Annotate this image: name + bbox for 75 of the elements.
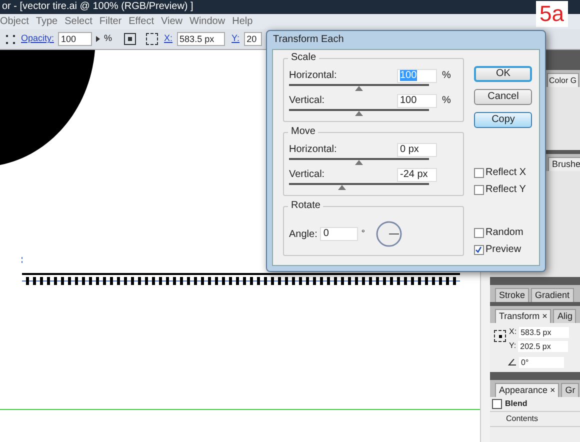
dialog-title: Transform Each bbox=[272, 33, 345, 47]
angle-field[interactable]: 0° bbox=[519, 357, 564, 368]
swatch-icon bbox=[492, 399, 502, 409]
reference-point-icon[interactable] bbox=[494, 330, 506, 342]
field-label: Vertical: bbox=[289, 168, 326, 182]
checkbox-label: Random bbox=[486, 226, 524, 240]
menu-item[interactable]: Window bbox=[190, 16, 226, 28]
caret-icon[interactable] bbox=[96, 36, 100, 42]
checkbox-label: Reflect Y bbox=[486, 183, 526, 197]
appearance-row[interactable]: Contents bbox=[490, 412, 580, 427]
y-field[interactable]: 202.5 px bbox=[518, 340, 568, 352]
field-label: Angle: bbox=[289, 228, 318, 242]
panel-tab[interactable]: Gr bbox=[561, 383, 580, 397]
percent-label: % bbox=[104, 32, 112, 46]
panel-tab[interactable]: Alig bbox=[553, 309, 576, 323]
row-label: Blend bbox=[505, 398, 528, 410]
x-field[interactable]: 583.5 px bbox=[518, 326, 569, 338]
opacity-field[interactable]: 100 bbox=[58, 32, 92, 46]
angle-field[interactable]: 0 bbox=[320, 227, 358, 241]
opacity-label[interactable]: Opacity: bbox=[21, 32, 54, 46]
input-field[interactable]: 100 bbox=[397, 94, 437, 108]
row-label: Contents bbox=[506, 413, 538, 425]
field-label: Horizontal: bbox=[289, 143, 338, 157]
angle-icon bbox=[508, 359, 516, 366]
field-label: Horizontal: bbox=[289, 69, 338, 83]
checkbox[interactable] bbox=[474, 168, 484, 178]
menu-item[interactable]: Help bbox=[232, 16, 253, 28]
input-field[interactable]: -24 px bbox=[397, 168, 437, 182]
field-value: 100 bbox=[400, 94, 417, 106]
checkbox-label: Reflect X bbox=[486, 166, 526, 180]
field-value: -24 px bbox=[400, 168, 428, 180]
degree-label: ° bbox=[361, 227, 365, 240]
panel-tab[interactable]: Stroke bbox=[495, 288, 530, 302]
panel-tab[interactable]: Brushe bbox=[548, 157, 580, 171]
reference-point-icon[interactable] bbox=[124, 33, 136, 45]
y-label: Y: bbox=[232, 32, 240, 46]
field-value: 0 px bbox=[400, 144, 419, 154]
slider-thumb[interactable] bbox=[338, 185, 346, 190]
checkbox[interactable] bbox=[474, 184, 484, 194]
check-icon bbox=[475, 246, 482, 253]
unit-label: % bbox=[442, 94, 451, 108]
dialog-button[interactable]: OK bbox=[474, 66, 532, 82]
x-label: X: bbox=[164, 32, 173, 46]
checkbox-label: Preview bbox=[486, 243, 522, 257]
menu-item[interactable]: Effect bbox=[128, 16, 154, 28]
window-title: or - [vector tire.ai @ 100% (RGB/Preview) ] bbox=[2, 1, 194, 13]
menu-item[interactable]: Object bbox=[0, 16, 29, 28]
menu-item[interactable]: View bbox=[161, 16, 183, 28]
x-field[interactable]: 583.5 px bbox=[176, 32, 225, 46]
panel-tab[interactable]: Transform × bbox=[495, 309, 552, 323]
grid-icon[interactable] bbox=[146, 33, 158, 45]
slider-thumb[interactable] bbox=[355, 86, 363, 91]
menu-item[interactable]: Filter bbox=[99, 16, 122, 28]
panel-tab[interactable]: Appearance × bbox=[495, 383, 560, 397]
dialog-button[interactable]: Cancel bbox=[474, 89, 532, 105]
y-field[interactable]: 20 bbox=[244, 32, 262, 46]
menu-item[interactable]: Type bbox=[36, 16, 58, 28]
slider-thumb[interactable] bbox=[355, 160, 363, 165]
input-field[interactable]: 0 px bbox=[397, 142, 437, 156]
appearance-row[interactable]: Blend bbox=[490, 397, 580, 412]
menu-item[interactable]: Select bbox=[64, 16, 92, 28]
x-label: X: bbox=[509, 326, 517, 338]
y-label: Y: bbox=[509, 340, 516, 352]
step-label: 5a bbox=[536, 1, 568, 27]
panel-tab[interactable]: Gradient bbox=[531, 288, 574, 302]
dialog-button[interactable]: Copy bbox=[474, 112, 532, 128]
checkbox[interactable] bbox=[474, 244, 484, 254]
angle-dial-icon[interactable] bbox=[376, 221, 402, 247]
field-value: 100 bbox=[400, 70, 417, 80]
checkbox[interactable] bbox=[474, 228, 484, 238]
transform-icon[interactable] bbox=[6, 34, 15, 44]
unit-label: % bbox=[442, 69, 451, 83]
panel-tab[interactable]: Color G bbox=[547, 73, 579, 87]
field-label: Vertical: bbox=[289, 94, 326, 108]
slider-thumb[interactable] bbox=[355, 111, 363, 116]
